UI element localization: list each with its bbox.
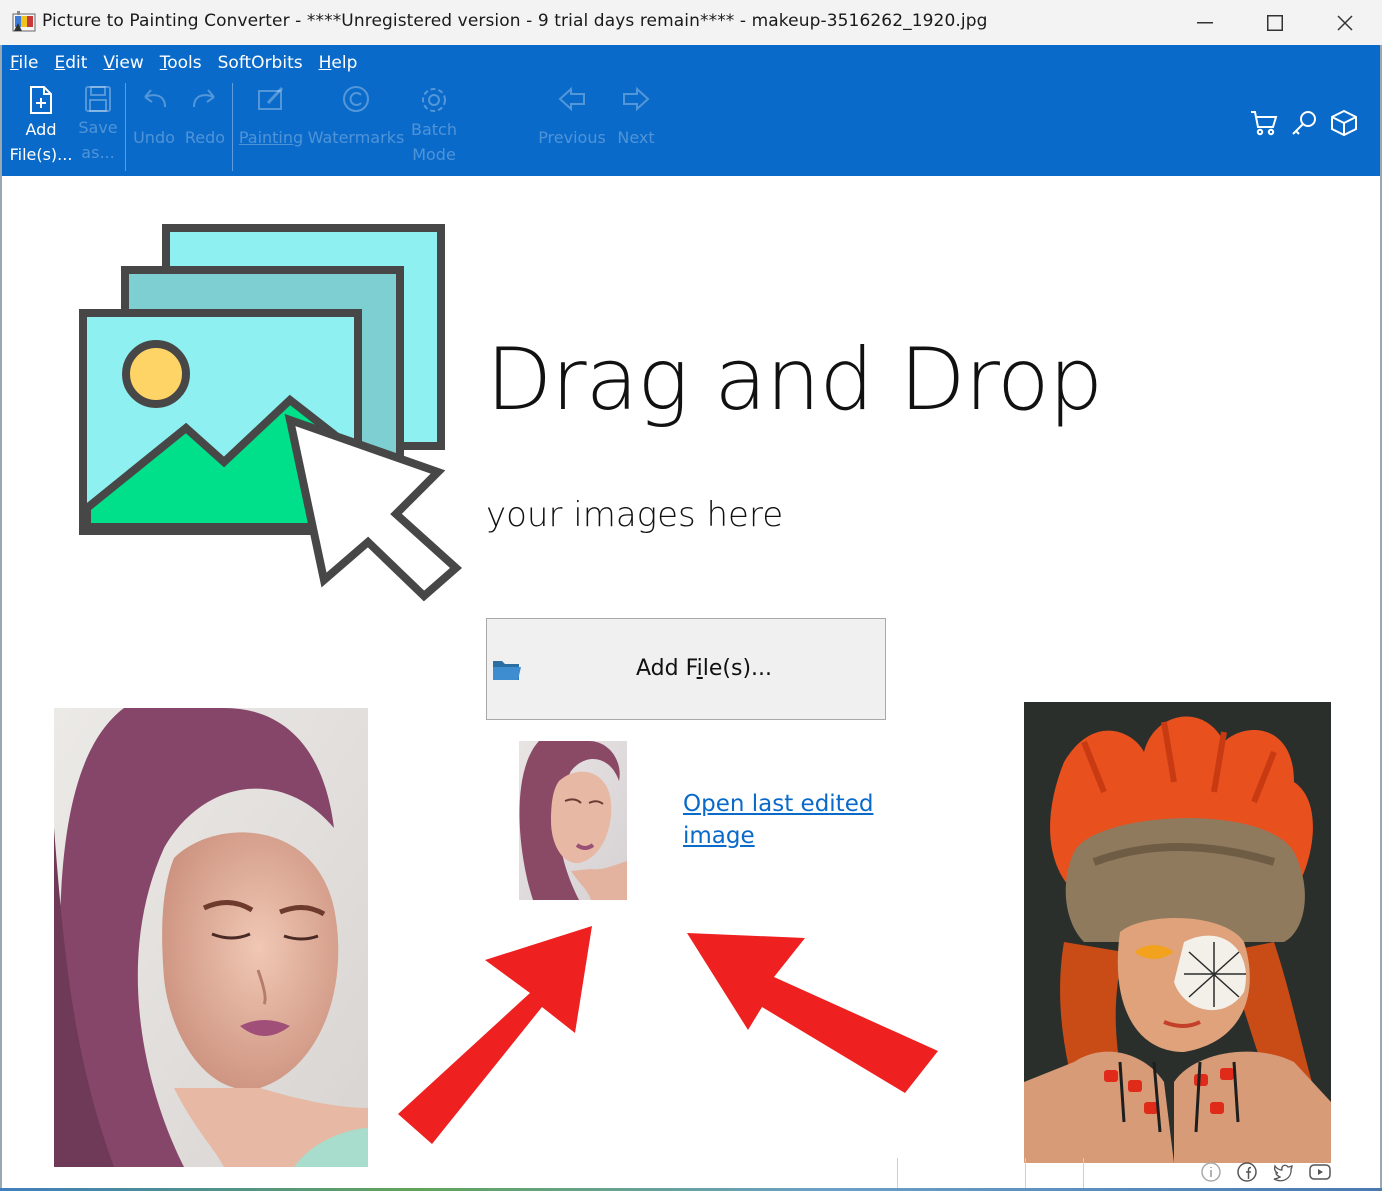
drag-drop-title: Drag and Drop: [486, 330, 1103, 430]
maximize-icon: [1267, 14, 1283, 31]
menu-softorbits[interactable]: SoftOrbits: [210, 51, 311, 75]
add-files-tool-button[interactable]: Add File(s)...: [10, 85, 72, 167]
social-links: [1200, 1161, 1332, 1183]
save-icon: [85, 86, 111, 112]
maximize-button[interactable]: [1240, 0, 1310, 45]
menu-tools[interactable]: Tools: [152, 51, 210, 75]
gear-icon: [422, 88, 446, 112]
sample-photo-left: [54, 708, 368, 1167]
info-icon[interactable]: [1200, 1161, 1222, 1183]
key-icon[interactable]: [1290, 109, 1318, 137]
menu-file[interactable]: File: [2, 51, 46, 75]
painting-icon: [258, 86, 284, 110]
redo-tool-button[interactable]: Redo: [182, 85, 228, 150]
app-icon: [12, 11, 36, 32]
close-button[interactable]: [1310, 0, 1380, 45]
next-arrow-icon: [623, 86, 650, 112]
undo-tool-button[interactable]: Undo: [130, 85, 178, 150]
watermarks-tool-button[interactable]: Watermarks: [307, 85, 405, 150]
facebook-icon[interactable]: [1236, 1161, 1258, 1183]
save-as-tool-button[interactable]: Save as...: [78, 85, 118, 165]
drag-drop-subtitle: your images here: [486, 495, 784, 535]
box-icon[interactable]: [1330, 109, 1358, 137]
pointer-arrows-icon: [398, 926, 938, 1144]
drag-drop-illustration-icon: [79, 224, 463, 602]
toolbar-separator: [125, 83, 126, 171]
twitter-icon[interactable]: [1272, 1161, 1294, 1183]
sample-photo-right: [1024, 702, 1331, 1163]
title-bar: Picture to Painting Converter - ****Unre…: [0, 0, 1382, 45]
add-file-icon: [30, 86, 52, 114]
previous-tool-button[interactable]: Previous: [536, 85, 608, 150]
painting-tool-button[interactable]: Painting: [237, 85, 305, 150]
ribbon-right-icons: [1250, 109, 1358, 137]
cart-icon[interactable]: [1250, 109, 1278, 137]
toolbar-separator: [232, 83, 233, 171]
last-edited-thumbnail[interactable]: [519, 741, 627, 900]
previous-arrow-icon: [558, 86, 585, 112]
redo-icon: [193, 89, 215, 108]
next-tool-button[interactable]: Next: [614, 85, 658, 150]
close-icon: [1337, 14, 1353, 31]
batch-mode-tool-button[interactable]: Batch Mode: [408, 85, 460, 167]
minimize-icon: [1197, 21, 1213, 23]
menu-help[interactable]: Help: [311, 51, 366, 75]
copyright-icon: [343, 86, 369, 112]
youtube-icon[interactable]: [1308, 1161, 1332, 1183]
menu-edit[interactable]: Edit: [46, 51, 95, 75]
undo-icon: [144, 89, 166, 108]
ribbon: File Edit View Tools SoftOrbits Help Add…: [2, 45, 1380, 176]
window-border-left: [0, 45, 2, 1191]
open-last-edited-link[interactable]: Open last edited image: [683, 788, 903, 852]
menu-view[interactable]: View: [95, 51, 151, 75]
menu-bar: File Edit View Tools SoftOrbits Help: [2, 51, 365, 75]
window-title: Picture to Painting Converter - ****Unre…: [42, 11, 988, 31]
add-files-button[interactable]: Add File(s)...: [486, 618, 886, 720]
minimize-button[interactable]: [1170, 0, 1240, 45]
